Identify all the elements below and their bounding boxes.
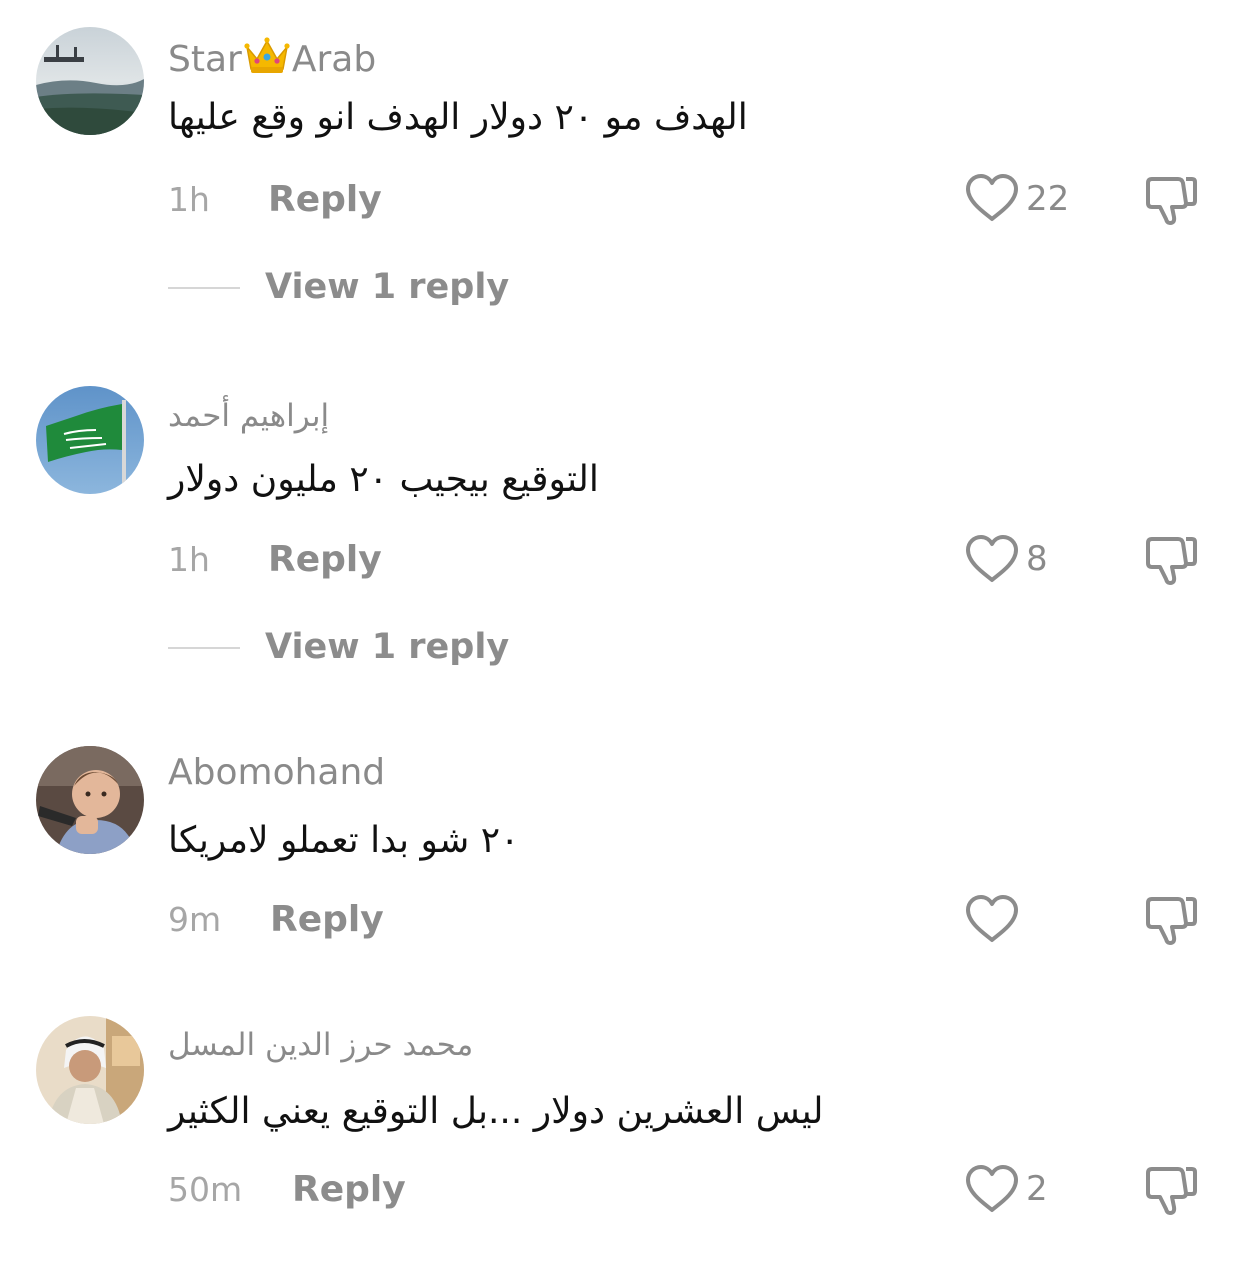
heart-outline-icon[interactable]: [964, 1163, 1020, 1215]
comment-item: إبراهيم أحمد التوقيع بيجيب ٢٠ مليون دولا…: [0, 360, 1242, 710]
comment-item: Abomohand ٢٠ شو بدا تعملو لامريكا 9m Rep…: [0, 720, 1242, 990]
reply-button[interactable]: Reply: [268, 182, 382, 218]
comment-text: التوقيع بيجيب ٢٠ مليون دولار: [168, 459, 599, 500]
thumbs-down-icon[interactable]: [1140, 533, 1200, 587]
comment-time: 1h: [168, 180, 210, 219]
divider: [168, 287, 240, 289]
thumbs-down-icon[interactable]: [1140, 893, 1200, 947]
comment-text: الهدف مو ٢٠ دولار الهدف انو وقع عليها: [168, 97, 748, 138]
crown-icon: [243, 35, 291, 82]
username-part: Arab: [291, 39, 377, 80]
username-part: Star: [168, 39, 242, 80]
username[interactable]: إبراهيم أحمد: [168, 401, 329, 432]
avatar[interactable]: [36, 1016, 144, 1124]
username[interactable]: محمد حرز الدين المسل: [168, 1030, 473, 1061]
avatar[interactable]: [36, 386, 144, 494]
comment-text: ليس العشرين دولار ...بل التوقيع يعني الك…: [168, 1091, 824, 1132]
comment-time: 1h: [168, 540, 210, 579]
heart-outline-icon[interactable]: [964, 172, 1020, 224]
divider: [168, 647, 240, 649]
avatar[interactable]: [36, 27, 144, 135]
username[interactable]: Star Arab: [168, 35, 376, 82]
like-count: 8: [1026, 539, 1048, 579]
comment-time: 9m: [168, 900, 222, 939]
like-count: 22: [1026, 179, 1070, 219]
view-replies-button[interactable]: View 1 reply: [168, 268, 509, 308]
comment-item: Star Arab الهدف مو ٢٠ دولار الهدف انو وقع…: [0, 0, 1242, 350]
reply-button[interactable]: Reply: [292, 1172, 406, 1208]
comment-time: 50m: [168, 1170, 243, 1209]
view-replies-button[interactable]: View 1 reply: [168, 628, 509, 668]
thumbs-down-icon[interactable]: [1140, 1163, 1200, 1217]
reply-button[interactable]: Reply: [268, 542, 382, 578]
comment-text: ٢٠ شو بدا تعملو لامريكا: [168, 820, 520, 861]
avatar[interactable]: [36, 746, 144, 854]
comment-item: محمد حرز الدين المسل ليس العشرين دولار .…: [0, 990, 1242, 1274]
heart-outline-icon[interactable]: [964, 533, 1020, 585]
view-replies-label: View 1 reply: [265, 627, 510, 667]
username[interactable]: Abomohand: [168, 755, 385, 791]
view-replies-label: View 1 reply: [265, 267, 510, 307]
reply-button[interactable]: Reply: [270, 902, 384, 938]
heart-outline-icon[interactable]: [964, 893, 1020, 945]
like-count: 2: [1026, 1169, 1048, 1209]
thumbs-down-icon[interactable]: [1140, 173, 1200, 227]
